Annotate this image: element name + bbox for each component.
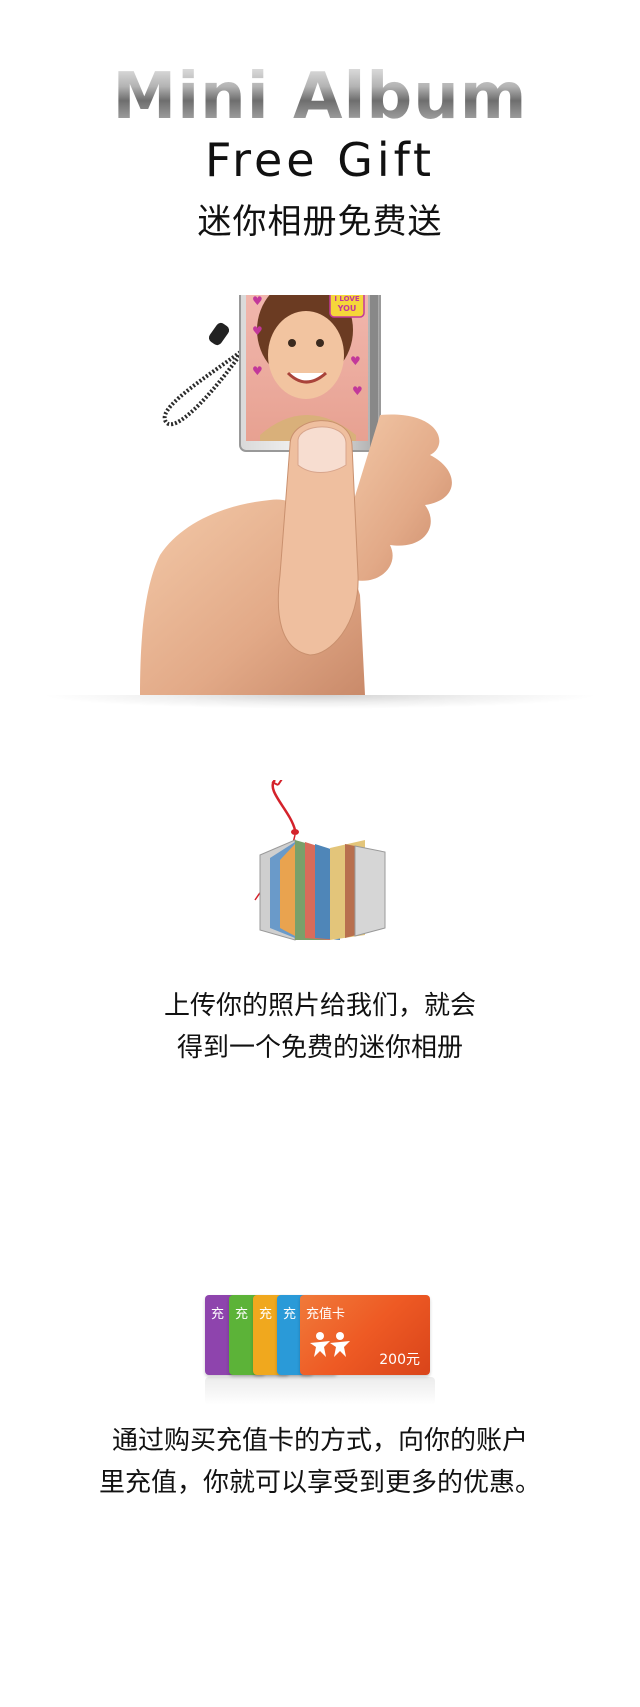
recharge-card-amount: 200元 [379, 1352, 420, 1368]
recharge-card-stub-label: 充 [211, 1307, 225, 1322]
svg-text:♥: ♥ [252, 364, 263, 378]
recharge-cards-image: 充 充 充 充 充值卡 200元 [205, 1295, 435, 1405]
recharge-description-line1: 通过购买充值卡的方式，向你的账户 [111, 1426, 528, 1456]
svg-text:♥: ♥ [352, 384, 363, 398]
upload-description-line1: 上传你的照片给我们，就会 [163, 991, 476, 1021]
section-divider [40, 695, 600, 709]
recharge-card-stub-label: 充 [259, 1307, 273, 1322]
recharge-card-orange: 充值卡 200元 [300, 1295, 430, 1375]
recharge-card-stub-label: 充 [283, 1307, 297, 1322]
svg-text:♥: ♥ [252, 324, 263, 338]
page-title-chinese: 迷你相册免费送 [197, 202, 443, 242]
recharge-card-label: 充值卡 [306, 1307, 346, 1322]
people-logo-icon [310, 1332, 350, 1357]
recharge-card-stub-label: 充 [235, 1307, 249, 1322]
page-subtitle: Free Gift [204, 133, 436, 187]
strap [162, 343, 252, 427]
recharge-description-line2: 里充值，你就可以享受到更多的优惠。 [98, 1468, 541, 1498]
recharge-description: 通过购买充值卡的方式，向你的账户 里充值，你就可以享受到更多的优惠。 [0, 1420, 640, 1504]
svg-text:♥: ♥ [252, 295, 263, 308]
photo-badge-line1: I LOVE [334, 295, 359, 303]
mini-album-open-book-image [254, 780, 386, 941]
hand-holding-mini-album-image: ♥ ♥ ♥ ♥ ♥ I LOVE YOU [140, 295, 452, 695]
upload-description: 上传你的照片给我们，就会 得到一个免费的迷你相册 [0, 985, 640, 1069]
page-title: Mini Album [0, 62, 640, 132]
cards-reflection [205, 1377, 435, 1405]
svg-text:♥: ♥ [350, 354, 361, 368]
upload-description-line2: 得到一个免费的迷你相册 [176, 1033, 463, 1063]
photo-badge-line2: YOU [337, 304, 357, 313]
